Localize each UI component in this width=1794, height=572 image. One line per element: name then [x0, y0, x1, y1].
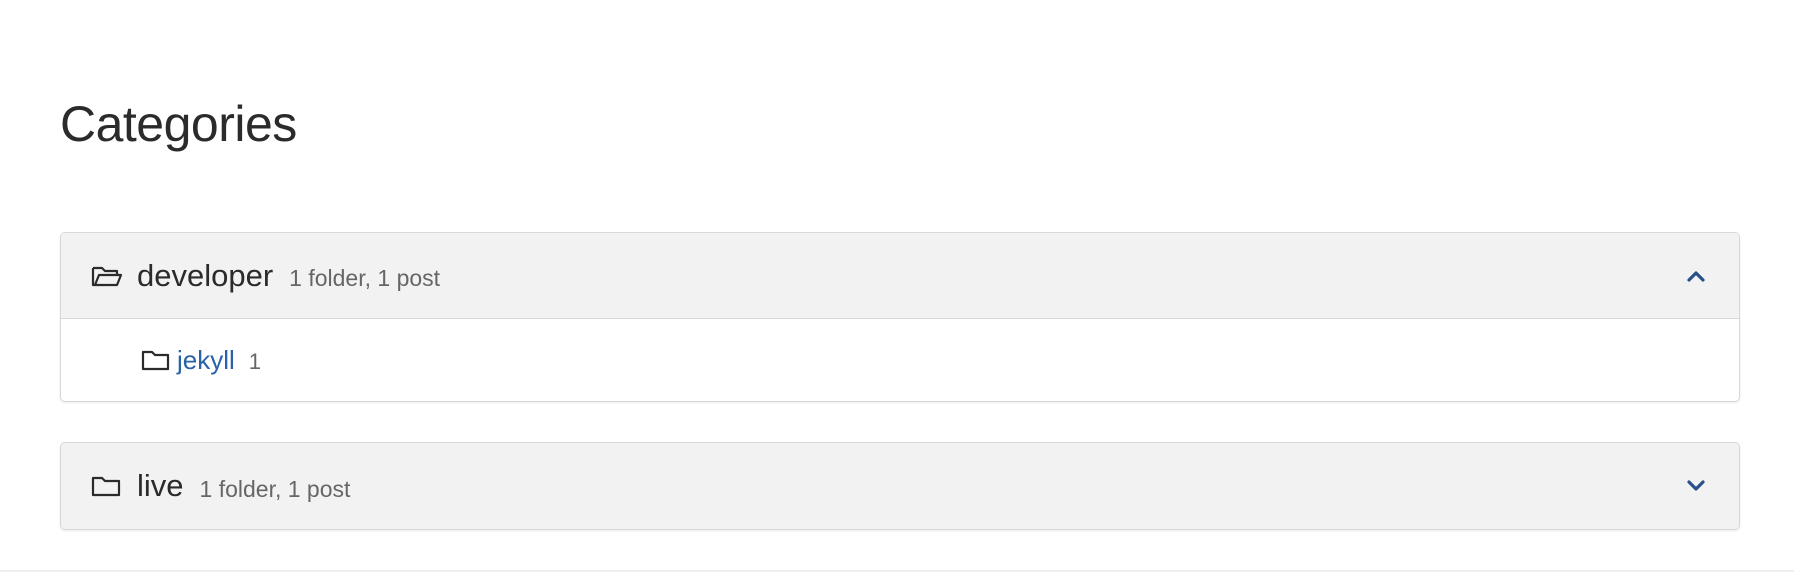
category-meta: 1 folder, 1 post	[289, 265, 441, 291]
chevron-up-icon[interactable]	[1685, 268, 1707, 284]
folder-icon	[91, 474, 123, 498]
category-card-developer: developer 1 folder, 1 post jekyll 1	[60, 232, 1740, 402]
category-body-developer: jekyll 1	[61, 319, 1739, 401]
category-meta: 1 folder, 1 post	[199, 475, 351, 502]
page: Categories developer 1 folder, 1 post je…	[0, 0, 1794, 572]
category-header-developer[interactable]: developer 1 folder, 1 post	[61, 233, 1739, 319]
category-name: live	[137, 468, 184, 503]
subcategory-count: 1	[248, 349, 262, 374]
subcategory-link-jekyll[interactable]: jekyll	[177, 345, 235, 376]
page-title: Categories	[60, 96, 297, 152]
category-card-live: live 1 folder, 1 post	[60, 442, 1740, 530]
category-name: developer	[137, 257, 274, 293]
category-header-live[interactable]: live 1 folder, 1 post	[61, 443, 1739, 529]
folder-open-icon	[91, 264, 123, 288]
chevron-down-icon[interactable]	[1685, 478, 1707, 494]
folder-icon	[141, 349, 171, 371]
